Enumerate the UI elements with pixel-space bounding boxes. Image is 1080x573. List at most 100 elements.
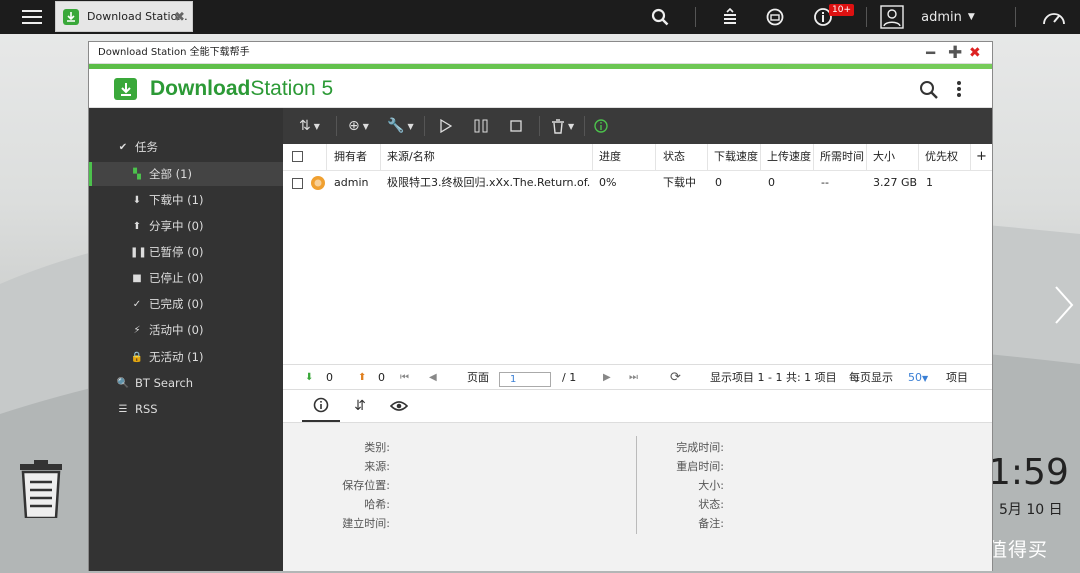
- maximize-button[interactable]: ✚: [948, 44, 962, 62]
- column-header-download-speed[interactable]: 下载速度: [708, 144, 761, 170]
- column-header-owner[interactable]: 拥有者: [327, 144, 381, 170]
- chevron-down-icon: ▼: [967, 12, 975, 22]
- app-search-button[interactable]: [919, 80, 939, 103]
- prev-page-button[interactable]: ◀: [429, 365, 437, 391]
- sidebar-item-label: 已停止 (0): [149, 271, 204, 285]
- download-station-icon: [63, 8, 79, 25]
- window-close-button[interactable]: ✖: [969, 44, 981, 62]
- info-icon: [313, 397, 329, 413]
- search-icon: [920, 81, 938, 99]
- info-button[interactable]: [594, 108, 608, 144]
- sidebar-item-downloading[interactable]: ⬇ 下载中 (1): [89, 188, 283, 212]
- first-page-button[interactable]: ⏮: [400, 365, 409, 391]
- topbar-divider: [866, 7, 867, 27]
- tab-transfer[interactable]: ⇵: [341, 390, 379, 422]
- row-upload-speed: 0: [768, 176, 775, 189]
- tab-general-info[interactable]: [302, 390, 340, 422]
- sidebar-item-sharing[interactable]: ⬆ 分享中 (0): [89, 214, 283, 238]
- search-button[interactable]: [648, 0, 672, 34]
- sidebar-item-paused[interactable]: ❚❚ 已暂停 (0): [89, 240, 283, 264]
- tab-close-button[interactable]: ✖: [174, 10, 185, 25]
- dashboard-button[interactable]: [1041, 0, 1067, 34]
- start-button[interactable]: [440, 108, 452, 144]
- sidebar-section-tasks[interactable]: ✔ 任务: [89, 135, 283, 159]
- chevron-down-icon: ▼: [922, 374, 929, 383]
- sidebar-item-completed[interactable]: ✓ 已完成 (0): [89, 292, 283, 316]
- column-header-select: [283, 144, 327, 170]
- chevron-down-icon: ▼: [407, 121, 414, 131]
- pause-button[interactable]: [474, 108, 488, 144]
- last-page-button[interactable]: ⏭: [629, 365, 638, 391]
- stop-button[interactable]: [510, 108, 522, 144]
- window-title: Download Station 全能下载帮手: [89, 42, 992, 64]
- add-task-button[interactable]: ⊕ ▼: [348, 108, 369, 144]
- brand-bold: Download: [150, 77, 251, 100]
- trash-icon: [552, 118, 564, 134]
- column-header-eta[interactable]: 所需时间: [814, 144, 867, 170]
- sidebar-item-bt-search[interactable]: 🔍 BT Search: [89, 371, 283, 395]
- rss-icon: ☰: [118, 403, 128, 415]
- brand-light: Station 5: [250, 77, 334, 100]
- sidebar-item-rss[interactable]: ☰ RSS: [89, 397, 283, 421]
- column-header-size[interactable]: 大小: [867, 144, 919, 170]
- per-page-select[interactable]: 50▼: [908, 365, 928, 391]
- row-status: 下载中: [663, 176, 696, 189]
- stop-icon: [510, 120, 522, 132]
- minimize-button[interactable]: ━: [926, 44, 935, 62]
- column-header-priority[interactable]: 优先权: [919, 144, 971, 170]
- more-options-button[interactable]: [955, 80, 963, 101]
- sidebar-item-label: 无活动 (1): [149, 350, 204, 364]
- tab-title: Download Statio...: [87, 10, 188, 23]
- chevron-right-icon[interactable]: [1052, 285, 1076, 325]
- toolbar-divider: [424, 116, 425, 136]
- tab-preview[interactable]: [380, 390, 418, 422]
- refresh-button[interactable]: ⟳: [670, 365, 681, 391]
- sidebar-item-active[interactable]: ⚡ 活动中 (0): [89, 318, 283, 342]
- sync-device-icon: [766, 8, 784, 26]
- sort-arrows-icon: ⇅: [299, 118, 311, 134]
- recycle-bin-icon[interactable]: [18, 460, 64, 518]
- column-header-status[interactable]: 状态: [656, 144, 708, 170]
- pause-icon: ❚❚: [130, 246, 147, 258]
- sidebar-item-label: BT Search: [135, 376, 194, 390]
- gauge-icon: [1043, 13, 1065, 25]
- row-checkbox[interactable]: [292, 178, 303, 189]
- desktop-clock: 1:59: [988, 452, 1069, 493]
- column-header-name[interactable]: 来源/名称: [381, 144, 593, 170]
- detail-label-restart-time: 重启时间:: [676, 460, 724, 473]
- background-tasks-button[interactable]: [718, 0, 742, 34]
- toolbar-divider: [336, 116, 337, 136]
- row-owner: admin: [334, 176, 369, 189]
- hamburger-icon: [22, 10, 42, 24]
- page-number-input[interactable]: 1: [499, 372, 551, 387]
- upload-arrow-icon: ⬆: [132, 220, 142, 232]
- eye-icon: [390, 401, 408, 411]
- table-row[interactable]: admin 极限特工3.终极回归.xXx.The.Return.of.X... …: [283, 170, 992, 196]
- check-icon: ✓: [132, 298, 142, 310]
- sidebar-item-label: RSS: [135, 402, 158, 416]
- sidebar-item-all[interactable]: ▚ 全部 (1): [89, 162, 283, 186]
- column-header-progress[interactable]: 进度: [593, 144, 656, 170]
- sidebar-item-stopped[interactable]: ■ 已停止 (0): [89, 266, 283, 290]
- settings-tools-button[interactable]: 🔧 ▼: [387, 108, 414, 144]
- stop-icon: ■: [132, 272, 142, 284]
- next-page-button[interactable]: ▶: [603, 365, 611, 391]
- download-station-logo-icon: [114, 78, 137, 100]
- torrent-file-icon: [311, 176, 325, 190]
- sort-button[interactable]: ⇅ ▼: [299, 108, 320, 144]
- sidebar-item-label: 全部 (1): [149, 167, 192, 181]
- more-vertical-icon: [957, 81, 961, 97]
- user-avatar[interactable]: [879, 0, 905, 34]
- sidebar-item-inactive[interactable]: 🔒 无活动 (1): [89, 345, 283, 369]
- external-device-button[interactable]: [763, 0, 787, 34]
- main-menu-button[interactable]: [14, 0, 50, 34]
- column-header-upload-speed[interactable]: 上传速度: [761, 144, 814, 170]
- detail-label-hash: 哈希:: [364, 498, 390, 511]
- page-total: / 1: [562, 371, 577, 384]
- add-column-button[interactable]: +: [971, 144, 992, 170]
- app-tab-download-station[interactable]: Download Statio... ✖: [55, 1, 193, 32]
- delete-button[interactable]: ▼: [551, 108, 574, 144]
- user-menu-button[interactable]: admin ▼: [921, 0, 975, 34]
- detail-label-save-location: 保存位置:: [342, 479, 390, 492]
- app-header: DownloadStation 5: [89, 69, 992, 108]
